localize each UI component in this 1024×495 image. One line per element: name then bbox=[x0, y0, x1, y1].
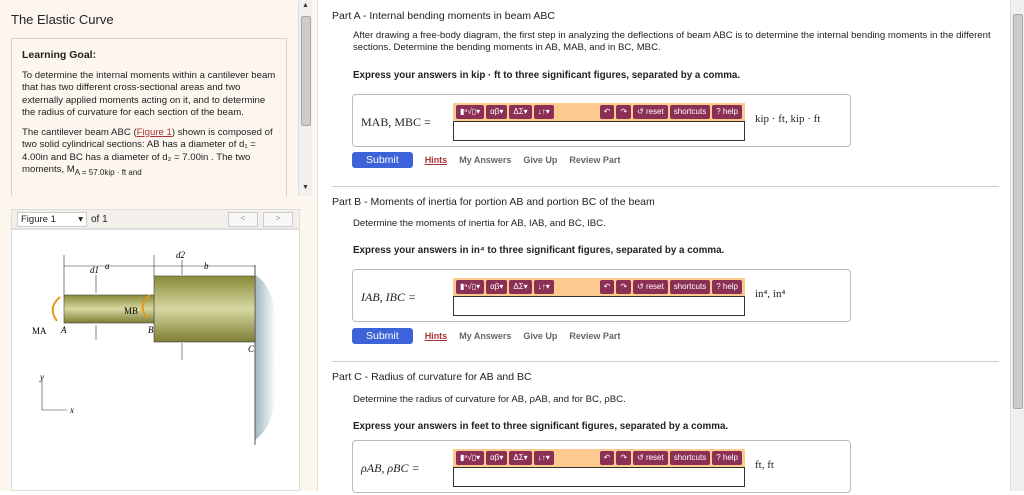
figure-nav: Figure 1 ▾ of 1 < > bbox=[11, 209, 300, 229]
math-toolbar: ▮ⁿ√▯▾ αβ▾ ΔΣ▾ ↓↑▾ ↶ ↷ ↺ reset shortcuts? help bbox=[453, 103, 745, 121]
goal-heading: Learning Goal: bbox=[22, 49, 97, 61]
problem-text: The cantilever beam ABC (Figure 1) shown… bbox=[22, 126, 273, 177]
review-part-link[interactable]: Review Part bbox=[569, 155, 620, 165]
divider bbox=[332, 361, 999, 362]
label-d2: d2 bbox=[176, 250, 186, 260]
goal-text: To determine the internal moments within… bbox=[22, 69, 276, 119]
part-a-label: MAB, MBC = bbox=[361, 115, 431, 129]
reset-button[interactable]: ↺ reset bbox=[633, 105, 668, 119]
give-up-link[interactable]: Give Up bbox=[523, 331, 557, 341]
greek-button[interactable]: αβ▾ bbox=[486, 280, 508, 294]
label-C: C bbox=[248, 344, 255, 354]
prev-figure-button[interactable]: < bbox=[228, 212, 258, 227]
templates-button[interactable]: ▮ⁿ√▯▾ bbox=[456, 451, 485, 465]
shortcuts-button[interactable]: shortcuts bbox=[669, 105, 711, 119]
undo-button[interactable]: ↶ bbox=[599, 280, 615, 294]
part-a-instructions: Express your answers in kip · ft to thre… bbox=[353, 70, 741, 81]
my-answers-link[interactable]: My Answers bbox=[459, 331, 511, 341]
label-a: a bbox=[105, 261, 110, 271]
templates-button[interactable]: ▮ⁿ√▯▾ bbox=[456, 280, 485, 294]
review-part-link[interactable]: Review Part bbox=[569, 331, 620, 341]
symbols-button[interactable]: ΔΣ▾ bbox=[509, 105, 532, 119]
undo-button[interactable]: ↶ bbox=[599, 105, 615, 119]
figure-select[interactable]: Figure 1 ▾ bbox=[17, 211, 87, 227]
shortcuts-button[interactable]: shortcuts bbox=[669, 280, 711, 294]
help-button[interactable]: ? help bbox=[712, 451, 742, 465]
part-c-label: ρAB, ρBC = bbox=[361, 461, 420, 475]
label-b: b bbox=[204, 261, 209, 271]
label-ma: MA bbox=[32, 326, 47, 336]
help-button[interactable]: ? help bbox=[712, 280, 742, 294]
part-a-desc: After drawing a free-body diagram, the f… bbox=[353, 30, 991, 53]
beam-figure: a b d1 d2 MA MB A B C y x bbox=[32, 250, 276, 445]
redo-button[interactable]: ↷ bbox=[616, 451, 632, 465]
next-figure-button[interactable]: > bbox=[263, 212, 293, 227]
symbols-button[interactable]: ΔΣ▾ bbox=[509, 280, 532, 294]
redo-button[interactable]: ↷ bbox=[616, 280, 632, 294]
greek-button[interactable]: αβ▾ bbox=[486, 105, 508, 119]
part-c-answer-input[interactable] bbox=[453, 467, 745, 487]
learning-goal-box: Learning Goal: To determine the internal… bbox=[11, 38, 287, 196]
hints-link[interactable]: Hints bbox=[425, 331, 448, 341]
part-a-title: Part A - Internal bending moments in bea… bbox=[332, 10, 555, 22]
part-b-instructions: Express your answers in in⁴ to three sig… bbox=[353, 245, 725, 256]
part-a-unit: kip · ft, kip · ft bbox=[755, 113, 821, 125]
symbols-button[interactable]: ΔΣ▾ bbox=[509, 451, 532, 465]
arrows-button[interactable]: ↓↑▾ bbox=[533, 451, 554, 465]
templates-button[interactable]: ▮ⁿ√▯▾ bbox=[456, 105, 485, 119]
greek-button[interactable]: αβ▾ bbox=[486, 451, 508, 465]
my-answers-link[interactable]: My Answers bbox=[459, 155, 511, 165]
help-button[interactable]: ? help bbox=[712, 105, 742, 119]
part-b-answer-input[interactable] bbox=[453, 296, 745, 316]
submit-button[interactable]: Submit bbox=[352, 328, 413, 344]
part-a-answer-input[interactable] bbox=[453, 121, 745, 141]
redo-button[interactable]: ↷ bbox=[616, 105, 632, 119]
label-d1: d1 bbox=[90, 265, 99, 275]
undo-button[interactable]: ↶ bbox=[599, 451, 615, 465]
part-b-title: Part B - Moments of inertia for portion … bbox=[332, 196, 655, 208]
goal-scrollbar[interactable]: ▲ ▼ bbox=[298, 0, 312, 196]
part-b-actions: Submit Hints My Answers Give Up Review Part bbox=[352, 328, 620, 344]
figure-area: a b d1 d2 MA MB A B C y x bbox=[11, 229, 300, 491]
hints-link[interactable]: Hints bbox=[425, 155, 448, 165]
part-b-unit: in⁴, in⁴ bbox=[755, 288, 786, 300]
part-c-title: Part C - Radius of curvature for AB and … bbox=[332, 371, 532, 383]
reset-button[interactable]: ↺ reset bbox=[633, 280, 668, 294]
submit-button[interactable]: Submit bbox=[352, 152, 413, 168]
arrows-button[interactable]: ↓↑▾ bbox=[533, 105, 554, 119]
math-toolbar: ▮ⁿ√▯▾ αβ▾ ΔΣ▾ ↓↑▾ ↶ ↷ ↺ reset shortcuts? help bbox=[453, 449, 745, 467]
part-c-instructions: Express your answers in feet to three si… bbox=[353, 421, 729, 432]
left-panel: The Elastic Curve Learning Goal: To dete… bbox=[0, 0, 318, 491]
part-c-unit: ft, ft bbox=[755, 459, 774, 471]
math-toolbar: ▮ⁿ√▯▾ αβ▾ ΔΣ▾ ↓↑▾ ↶ ↷ ↺ reset shortcuts? help bbox=[453, 278, 745, 296]
part-a-actions: Submit Hints My Answers Give Up Review Part bbox=[352, 152, 620, 168]
part-c-answer-box: ρAB, ρBC = ▮ⁿ√▯▾ αβ▾ ΔΣ▾ ↓↑▾ ↶ ↷ ↺ reset shortc… bbox=[352, 440, 851, 493]
label-mb: MB bbox=[124, 306, 138, 316]
figure-count: of 1 bbox=[91, 213, 108, 225]
part-c-desc: Determine the radius of curvature for AB… bbox=[353, 394, 626, 405]
label-A: A bbox=[60, 325, 67, 335]
label-x: x bbox=[69, 405, 74, 415]
part-b-desc: Determine the moments of inertia for AB,… bbox=[353, 218, 606, 229]
reset-button[interactable]: ↺ reset bbox=[633, 451, 668, 465]
part-b-answer-box: IAB, IBC = ▮ⁿ√▯▾ αβ▾ ΔΣ▾ ↓↑▾ ↶ ↷ ↺ reset shortc… bbox=[352, 269, 851, 322]
page-scrollbar[interactable] bbox=[1010, 0, 1024, 491]
shortcuts-button[interactable]: shortcuts bbox=[669, 451, 711, 465]
problem-title: The Elastic Curve bbox=[11, 12, 114, 27]
label-y: y bbox=[39, 372, 44, 382]
part-b-label: IAB, IBC = bbox=[361, 290, 417, 304]
label-B: B bbox=[148, 325, 154, 335]
arrows-button[interactable]: ↓↑▾ bbox=[533, 280, 554, 294]
give-up-link[interactable]: Give Up bbox=[523, 155, 557, 165]
divider bbox=[332, 186, 999, 187]
part-a-answer-box: MAB, MBC = ▮ⁿ√▯▾ αβ▾ ΔΣ▾ ↓↑▾ ↶ ↷ ↺ reset shortc… bbox=[352, 94, 851, 147]
figure-link[interactable]: Figure 1 bbox=[137, 127, 172, 138]
